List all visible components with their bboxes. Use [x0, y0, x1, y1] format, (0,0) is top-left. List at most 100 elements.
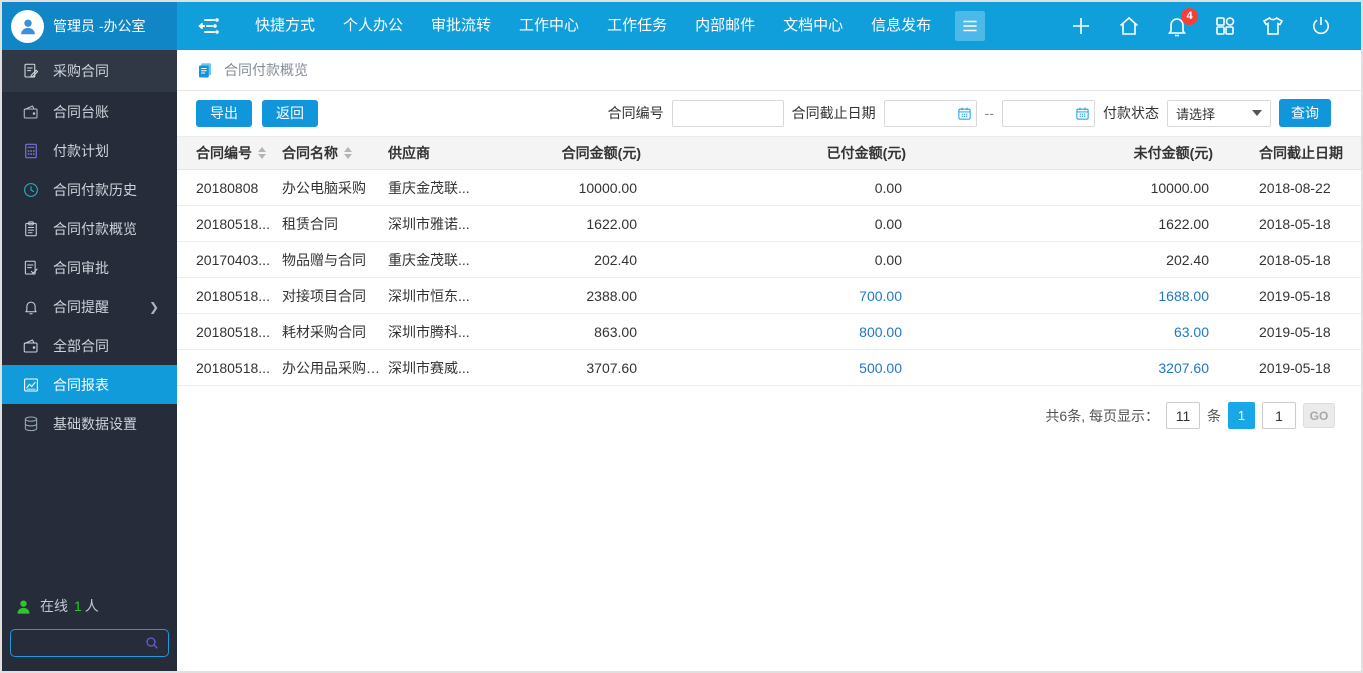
apps-icon[interactable]	[1212, 14, 1237, 39]
chevron-down-icon	[1252, 110, 1262, 116]
sidebar-search-input[interactable]	[19, 635, 144, 651]
range-separator: --	[984, 105, 994, 121]
cell-unpaid[interactable]: 1688.00	[906, 288, 1213, 304]
cell-paid: 0.00	[874, 179, 902, 196]
cell-paid[interactable]: 700.00	[641, 288, 906, 304]
column-header[interactable]: 合同编号	[196, 143, 282, 163]
doc-edit-icon	[21, 61, 41, 81]
cell-supplier: 重庆金茂联...	[388, 179, 470, 196]
top-header: 管理员 -办公室 快捷方式 个人办公 审批流转 工作中心 工作任务 内部邮件 文档中心 信息发…	[2, 2, 1361, 50]
sidebar-item[interactable]: 付款计划	[2, 131, 177, 170]
cell-deadline: 2018-08-22	[1259, 179, 1331, 196]
table-row[interactable]: 20170403... 物品赠与合同 重庆金茂联... 202.40 0.00 …	[177, 242, 1361, 278]
cell-amount: 10000.00	[578, 179, 637, 196]
sidebar-item[interactable]: 合同审批	[2, 248, 177, 287]
table-row[interactable]: 20180518... 租赁合同 深圳市雅诺... 1622.00 0.00 1…	[177, 206, 1361, 242]
more-menu-icon[interactable]	[955, 11, 986, 41]
cell-contract-no: 20180518...	[196, 323, 270, 340]
table-row[interactable]: 20180518... 对接项目合同 深圳市恒东... 2388.00 700.…	[177, 278, 1361, 314]
search-button[interactable]: 查询	[1279, 99, 1331, 127]
sort-icon[interactable]	[344, 147, 352, 159]
nav-item-工作任务[interactable]: 工作任务	[593, 2, 681, 50]
plus-icon[interactable]	[1068, 14, 1093, 39]
goto-page-input[interactable]	[1262, 402, 1296, 429]
sidebar-item[interactable]: 合同付款历史	[2, 170, 177, 209]
sidebar-item[interactable]: 合同报表	[2, 365, 177, 404]
page-title: 合同付款概览	[224, 62, 308, 78]
go-button[interactable]: GO	[1303, 403, 1335, 428]
title-bar: 合同付款概览	[177, 50, 1361, 91]
column-header: 合同金额(元)	[561, 145, 641, 161]
collapse-menu-icon[interactable]	[191, 9, 225, 43]
cell-contract-no: 20180518...	[196, 287, 270, 304]
sidebar-item[interactable]: 合同台账	[2, 92, 177, 131]
cell-deadline: 2018-05-18	[1259, 251, 1331, 268]
page-size-input[interactable]	[1166, 402, 1200, 429]
wallet-icon	[21, 336, 41, 356]
sidebar-item[interactable]: 基础数据设置	[2, 404, 177, 443]
back-button[interactable]: 返回	[262, 99, 318, 127]
cell-amount: 202.40	[594, 251, 637, 268]
bell-icon[interactable]: 4	[1164, 7, 1198, 39]
cell-supplier: 深圳市赛威...	[388, 359, 470, 376]
wallet-icon	[21, 102, 41, 122]
current-page-button[interactable]: 1	[1228, 402, 1255, 429]
cell-paid[interactable]: 500.00	[641, 360, 906, 376]
cell-contract-name: 租赁合同	[282, 215, 338, 232]
shirt-icon[interactable]	[1260, 14, 1285, 39]
column-header[interactable]: 合同名称	[282, 143, 388, 163]
online-count: 1	[74, 598, 82, 614]
sidebar-item[interactable]: 合同付款概览	[2, 209, 177, 248]
nav-item-内部邮件[interactable]: 内部邮件	[681, 2, 769, 50]
deadline-from-input[interactable]	[883, 99, 977, 127]
cell-deadline: 2019-05-18	[1259, 323, 1331, 340]
pagination-summary: 共6条, 每页显示：	[1045, 407, 1159, 424]
sort-icon[interactable]	[258, 147, 266, 159]
deadline-to-box	[1002, 99, 1095, 127]
nav-item-工作中心[interactable]: 工作中心	[505, 2, 593, 50]
nav-item-信息发布[interactable]: 信息发布	[857, 2, 945, 50]
cell-paid[interactable]: 800.00	[641, 324, 906, 340]
database-icon	[21, 414, 41, 434]
home-icon[interactable]	[1116, 14, 1141, 39]
user-block[interactable]: 管理员 -办公室	[2, 2, 177, 50]
cell-supplier: 重庆金茂联...	[388, 251, 470, 268]
sidebar-item[interactable]: 全部合同	[2, 326, 177, 365]
sidebar-item[interactable]: 采购合同	[2, 50, 177, 92]
cell-unpaid[interactable]: 63.00	[906, 324, 1213, 340]
table-row[interactable]: 20180808 办公电脑采购 重庆金茂联... 10000.00 0.00 1…	[177, 170, 1361, 206]
column-header: 供应商	[388, 145, 430, 161]
sidebar: 采购合同 合同台账 付款计划 合同付款历史 合同付款概览 合同审批 合同提醒 ❯…	[2, 50, 177, 671]
main-nav: 快捷方式 个人办公 审批流转 工作中心 工作任务 内部邮件 文档中心 信息发布 4	[177, 2, 1361, 50]
cell-unpaid: 1622.00	[1158, 215, 1209, 232]
cell-supplier: 深圳市雅诺...	[388, 215, 470, 232]
cell-deadline: 2019-05-18	[1259, 359, 1331, 376]
nav-item-文档中心[interactable]: 文档中心	[769, 2, 857, 50]
cell-amount: 2388.00	[586, 287, 637, 304]
table-row[interactable]: 20180518... 办公用品采购合同 深圳市赛威... 3707.60 50…	[177, 350, 1361, 386]
pagination: 共6条, 每页显示： 条 1 GO	[177, 386, 1361, 429]
main-content: 合同付款概览 导出 返回 合同编号 合同截止日期 -- 付款状态 请选择 查询 …	[177, 50, 1361, 671]
cell-deadline: 2019-05-18	[1259, 287, 1331, 304]
deadline-to-input[interactable]	[1002, 99, 1095, 127]
sidebar-item[interactable]: 合同提醒 ❯	[2, 287, 177, 326]
power-icon[interactable]	[1308, 14, 1333, 39]
cell-contract-no: 20180808	[196, 179, 259, 196]
nav-item-快捷方式[interactable]: 快捷方式	[241, 2, 329, 50]
cell-paid: 0.00	[874, 251, 902, 268]
cell-contract-name: 办公用品采购合同	[282, 359, 388, 376]
contract-no-input[interactable]	[671, 99, 784, 127]
payment-status-select[interactable]: 请选择	[1167, 99, 1271, 127]
contract-no-label: 合同编号	[607, 105, 664, 121]
nav-item-个人办公[interactable]: 个人办公	[329, 2, 417, 50]
clock-icon	[21, 180, 41, 200]
cell-contract-name: 对接项目合同	[282, 287, 366, 304]
table-row[interactable]: 20180518... 耗材采购合同 深圳市腾科... 863.00 800.0…	[177, 314, 1361, 350]
export-button[interactable]: 导出	[196, 99, 252, 127]
sidebar-search-box	[10, 629, 169, 657]
chart-icon	[21, 375, 41, 395]
cell-unpaid[interactable]: 3207.60	[906, 360, 1213, 376]
nav-item-审批流转[interactable]: 审批流转	[417, 2, 505, 50]
chevron-right-icon: ❯	[148, 299, 159, 314]
